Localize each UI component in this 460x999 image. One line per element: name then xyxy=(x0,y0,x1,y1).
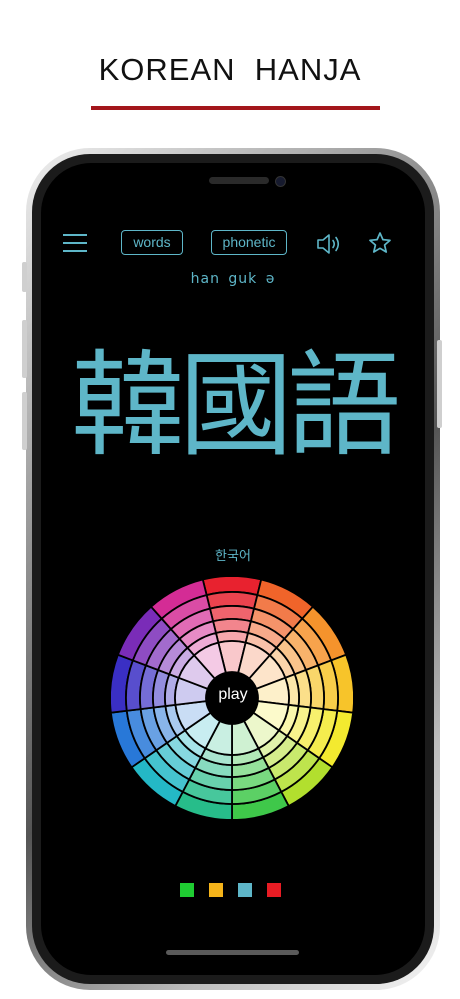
hamburger-menu-icon[interactable] xyxy=(63,234,87,254)
page-title: KOREAN HANJA xyxy=(98,52,362,87)
swatch-green[interactable] xyxy=(180,883,194,897)
phonetic-transcription: han guk ə xyxy=(190,271,276,287)
swatch-cyan[interactable] xyxy=(238,883,252,897)
hangul-text: 한국어 xyxy=(215,549,251,564)
volume-up-button xyxy=(22,320,27,378)
earpiece-speaker xyxy=(209,177,269,184)
mute-switch xyxy=(22,262,27,292)
play-button[interactable]: play xyxy=(41,686,425,704)
hanja-characters: 韓國語 xyxy=(70,339,401,472)
power-button xyxy=(437,340,442,428)
volume-down-button xyxy=(22,392,27,450)
star-outline-icon[interactable] xyxy=(368,231,392,255)
speaker-sound-icon[interactable] xyxy=(316,232,344,256)
home-indicator xyxy=(166,950,299,955)
phone-screen: words phonetic han guk ə 韓國語 한국어 play xyxy=(41,163,425,975)
phonetic-button[interactable]: phonetic xyxy=(211,230,287,255)
swatch-red[interactable] xyxy=(267,883,281,897)
swatch-orange[interactable] xyxy=(209,883,223,897)
front-camera xyxy=(275,176,286,187)
words-button[interactable]: words xyxy=(121,230,183,255)
title-underline xyxy=(91,106,380,110)
